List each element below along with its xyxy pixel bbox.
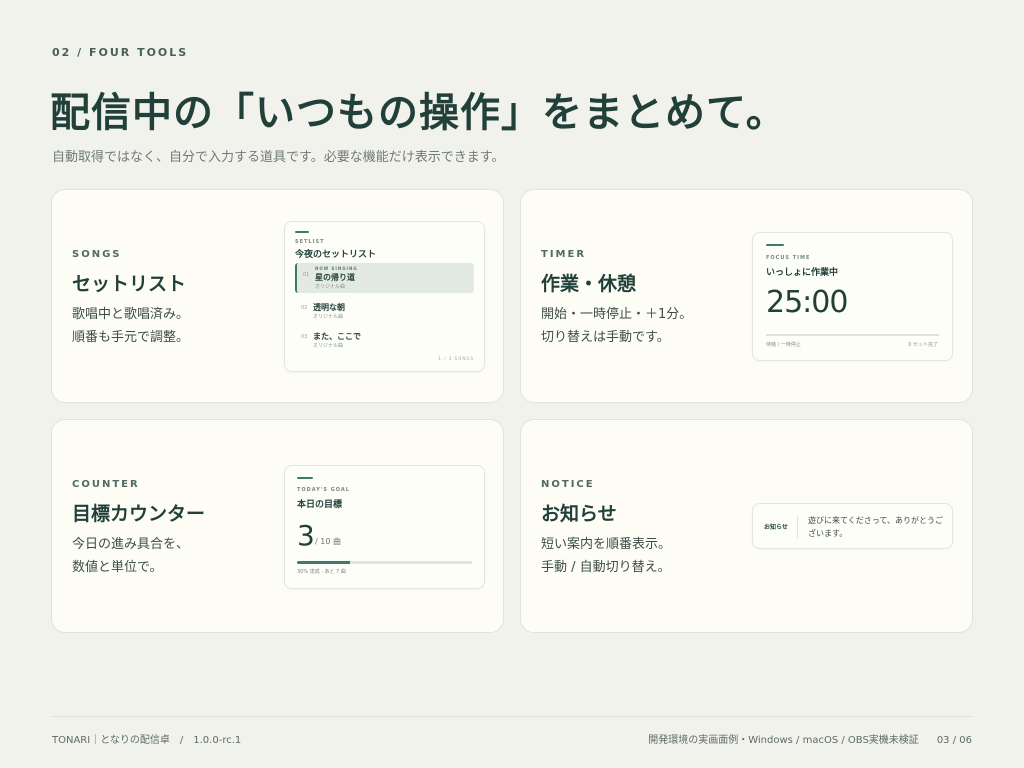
accent-bar bbox=[766, 244, 784, 246]
songs-desc-line1: 歌唱中と歌唱済み。 bbox=[72, 307, 190, 322]
songs-title: セットリスト bbox=[72, 273, 187, 295]
song-number: 03 bbox=[301, 334, 308, 340]
counter-desc-line2: 数値と単位で。 bbox=[72, 560, 163, 575]
songs-card: SONGS セットリスト 歌唱中と歌唱済み。 順番も手元で調整。 SETLIST… bbox=[51, 189, 504, 403]
counter-preview-kicker: TODAY'S GOAL bbox=[297, 487, 350, 493]
now-singing-label: NOW SINGING bbox=[315, 266, 358, 271]
timer-card: TIMER 作業・休憩 開始・一時停止・＋1分。 切り替えは手動です。 FOCU… bbox=[520, 189, 973, 403]
song-number: 01 bbox=[303, 272, 310, 278]
timer-status: 待機 / 一時停止 bbox=[766, 342, 801, 348]
counter-progress-caption: 30% 達成 · あと 7 曲 bbox=[297, 569, 346, 575]
song-number: 02 bbox=[301, 305, 308, 311]
notice-card: NOTICE お知らせ 短い案内を順番表示。 手動 / 自動切り替え。 お知らせ… bbox=[520, 419, 973, 633]
notice-title: お知らせ bbox=[541, 503, 617, 525]
notice-desc-line1: 短い案内を順番表示。 bbox=[541, 537, 672, 552]
timer-desc-line1: 開始・一時停止・＋1分。 bbox=[541, 307, 693, 322]
notice-preview: お知らせ 遊びに来てくださって、ありがとうございます。 bbox=[752, 503, 953, 549]
notice-description: 短い案内を順番表示。 手動 / 自動切り替え。 bbox=[541, 533, 671, 579]
setlist-tally: 1 / 3 SONGS bbox=[438, 356, 474, 361]
notice-message: 遊びに来てくださって、ありがとうございます。 bbox=[808, 516, 943, 538]
footer-product: TONARI｜となりの配信卓 / 1.0.0-rc.1 bbox=[52, 735, 242, 746]
setlist-item: 03 また、ここで オリジナル曲 bbox=[295, 325, 474, 355]
timer-set-count: 0 セット完了 bbox=[908, 342, 938, 348]
counter-description: 今日の進み具合を、 数値と単位で。 bbox=[72, 533, 189, 579]
counter-preview: TODAY'S GOAL 本日の目標 3 / 10 曲 30% 達成 · あと … bbox=[284, 465, 485, 589]
timer-progress-track bbox=[766, 334, 939, 336]
song-name: 透明な朝 bbox=[313, 303, 345, 312]
timer-preview-title: いっしょに作業中 bbox=[766, 268, 839, 278]
counter-title: 目標カウンター bbox=[72, 503, 206, 525]
page-subtitle: 自動取得ではなく、自分で入力する道具です。必要な機能だけ表示できます。 bbox=[52, 150, 505, 165]
notice-desc-line2: 手動 / 自動切り替え。 bbox=[541, 560, 671, 575]
setlist-item: 02 透明な朝 オリジナル曲 bbox=[295, 296, 474, 326]
counter-kicker: COUNTER bbox=[72, 479, 140, 490]
timer-preview: FOCUS TIME いっしょに作業中 25:00 待機 / 一時停止 0 セッ… bbox=[752, 232, 953, 361]
notice-kicker: NOTICE bbox=[541, 479, 595, 490]
song-name: また、ここで bbox=[313, 332, 361, 341]
accent-bar bbox=[297, 477, 313, 479]
footer-meta: 開発環境の実画面例・Windows / macOS / OBS実機未検証 03 /… bbox=[648, 731, 972, 746]
songs-desc-line2: 順番も手元で調整。 bbox=[72, 330, 190, 345]
footer-environment-note: 開発環境の実画面例・Windows / macOS / OBS実機未検証 bbox=[648, 735, 919, 746]
song-name: 星の帰り道 bbox=[315, 273, 355, 282]
setlist-kicker: SETLIST bbox=[295, 239, 325, 245]
timer-title: 作業・休憩 bbox=[541, 273, 637, 295]
page-number: 03 / 06 bbox=[936, 735, 972, 746]
timer-preview-kicker: FOCUS TIME bbox=[766, 255, 811, 261]
songs-kicker: SONGS bbox=[72, 249, 122, 260]
songs-description: 歌唱中と歌唱済み。 順番も手元で調整。 bbox=[72, 303, 189, 349]
timer-kicker: TIMER bbox=[541, 249, 587, 260]
song-subtitle: オリジナル曲 bbox=[313, 314, 344, 320]
timer-display: 25:00 bbox=[766, 285, 848, 320]
setlist-preview: SETLIST 今夜のセットリスト 01 NOW SINGING 星の帰り道 オ… bbox=[284, 221, 485, 372]
setlist-item-current: 01 NOW SINGING 星の帰り道 オリジナル曲 bbox=[295, 263, 474, 293]
counter-progress-track bbox=[297, 561, 472, 564]
page-title: 配信中の「いつもの操作」をまとめて。 bbox=[50, 90, 787, 136]
counter-desc-line1: 今日の進み具合を、 bbox=[72, 537, 190, 552]
notice-divider bbox=[797, 516, 798, 538]
song-subtitle: オリジナル曲 bbox=[313, 343, 344, 349]
accent-bar bbox=[295, 231, 309, 233]
counter-progress-fill bbox=[297, 561, 350, 564]
setlist-title: 今夜のセットリスト bbox=[295, 250, 377, 260]
notice-tag: お知らせ bbox=[764, 524, 788, 531]
section-label: 02 / FOUR TOOLS bbox=[52, 46, 189, 59]
counter-target: / 10 曲 bbox=[315, 537, 341, 546]
counter-preview-title: 本日の目標 bbox=[297, 500, 343, 510]
timer-description: 開始・一時停止・＋1分。 切り替えは手動です。 bbox=[541, 303, 692, 349]
timer-desc-line2: 切り替えは手動です。 bbox=[541, 330, 670, 345]
counter-current-value: 3 bbox=[297, 519, 315, 552]
footer-divider bbox=[51, 716, 973, 717]
song-subtitle: オリジナル曲 bbox=[315, 284, 346, 290]
counter-card: COUNTER 目標カウンター 今日の進み具合を、 数値と単位で。 TODAY'… bbox=[51, 419, 504, 633]
